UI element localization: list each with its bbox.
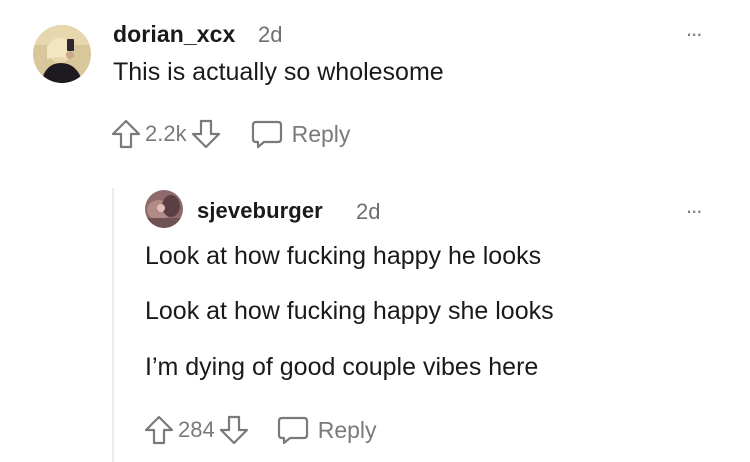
more-options-button[interactable]: ... [686,18,702,40]
comment-username[interactable]: dorian_xcx [113,21,235,48]
vote-score: 284 [178,417,215,442]
comment-text: This is actually so wholesome [113,58,444,86]
vote-score: 2.2k [145,121,187,146]
user-avatar[interactable] [33,25,91,83]
reply-text-line: Look at how fucking happy he looks [145,242,542,270]
comment-actions: 2.2k Reply [110,117,350,151]
reply-text-line: I’m dying of good couple vibes here [145,353,539,381]
user-avatar[interactable] [145,190,183,228]
reply-label: Reply [317,416,377,443]
thread-line[interactable] [112,188,114,462]
upvote-icon[interactable] [143,414,175,446]
reply-label: Reply [291,120,351,147]
reply-username[interactable]: sjeveburger [197,198,323,224]
upvote-icon[interactable] [110,118,142,150]
comment-bubble-icon [276,414,310,446]
comment-thread: dorian_xcx 2d ... This is actually so wh… [0,0,750,462]
comment-timestamp: 2d [258,22,283,47]
reply-button[interactable]: Reply [250,118,351,150]
reply-actions: 284 Reply [143,413,377,447]
reply-text-line: Look at how fucking happy she looks [145,297,554,325]
more-options-button[interactable]: ... [686,195,702,217]
downvote-icon[interactable] [218,414,250,446]
reply-button[interactable]: Reply [276,414,377,446]
downvote-icon[interactable] [190,118,222,150]
comment-bubble-icon [250,118,284,150]
reply-timestamp: 2d [356,199,381,224]
